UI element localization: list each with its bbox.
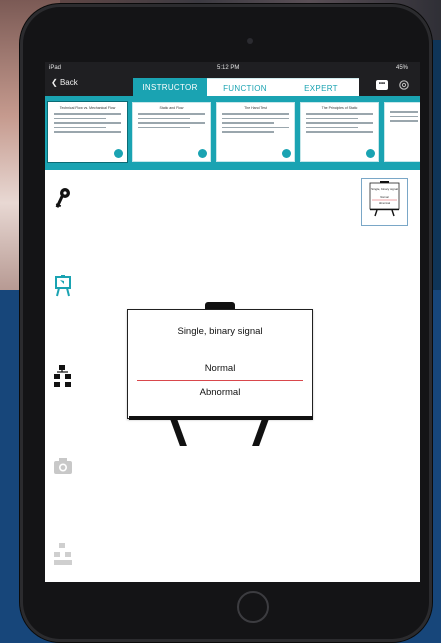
preview-title: Single, binary signal <box>371 187 398 191</box>
text-line <box>222 126 289 128</box>
gear-icon[interactable] <box>398 79 410 91</box>
text-line <box>138 122 205 124</box>
back-label: Back <box>59 78 78 87</box>
text-line <box>54 113 121 115</box>
slide-title: Technical Flow vs. Mechanical Flow <box>59 106 116 110</box>
battery-percent: 45% <box>396 65 409 71</box>
slide-title: The Hand Test <box>244 106 267 110</box>
text-line <box>54 131 121 133</box>
camera-icon[interactable] <box>53 454 73 478</box>
chevron-left-icon: ❮ <box>51 78 58 87</box>
slide-thumbnail[interactable] <box>384 102 420 162</box>
status-time: 5:12 PM <box>217 65 240 71</box>
board-title: Single, binary signal <box>177 326 263 337</box>
text-line <box>222 122 274 124</box>
slide-preview[interactable]: Single, binary signal Normal Abnormal <box>361 178 408 226</box>
hierarchy-icon[interactable] <box>53 542 73 566</box>
slide-badge <box>198 149 207 158</box>
nav-bar: ❮ Back INSTRUCTOR FUNCTION EXPERT ••• <box>45 74 420 97</box>
device-label: iPad <box>49 65 62 71</box>
text-line <box>138 126 190 128</box>
slide-thumbnail[interactable]: The Hand Test <box>216 102 295 162</box>
slide-thumbnail[interactable]: Static and Flow <box>132 102 211 162</box>
slide-title: Static and Flow <box>159 106 184 110</box>
easel-leg-left <box>170 419 187 446</box>
back-button[interactable]: ❮ Back <box>51 78 78 87</box>
text-line <box>306 113 373 115</box>
text-line <box>222 131 274 133</box>
text-line <box>390 111 418 113</box>
text-line <box>306 117 358 119</box>
slide-strip: Technical Flow vs. Mechanical Flow Stati… <box>45 96 420 170</box>
text-line <box>54 117 106 119</box>
tab-label: INSTRUCTOR <box>142 82 198 92</box>
slide-badge <box>366 149 375 158</box>
app-screen: iPad 5:12 PM 45% ❮ Back INSTRUCTOR FUNCT… <box>45 62 420 582</box>
preview-easel: Single, binary signal Normal Abnormal <box>369 181 400 217</box>
key-icon[interactable] <box>53 186 73 210</box>
more-button[interactable]: ••• <box>376 80 388 90</box>
slide-title: The Principles of Static <box>321 106 358 110</box>
preview-abnormal: Abnormal <box>379 201 391 205</box>
flowchart-icon[interactable] <box>53 364 73 388</box>
slide-badge <box>282 149 291 158</box>
home-button[interactable] <box>237 591 269 623</box>
text-line <box>306 126 358 128</box>
status-bar: iPad 5:12 PM 45% <box>45 62 420 74</box>
tab-expert[interactable]: EXPERT <box>283 78 359 97</box>
text-line <box>222 117 289 119</box>
easel-tray <box>129 416 313 420</box>
whiteboard: Single, binary signal Normal Abnormal <box>127 309 313 419</box>
text-line <box>54 126 106 128</box>
abnormal-label: Abnormal <box>199 387 241 398</box>
text-line <box>54 122 121 124</box>
slide-badge <box>114 149 123 158</box>
divider-line <box>137 380 303 382</box>
preview-normal: Normal <box>380 195 389 199</box>
tab-label: FUNCTION <box>223 83 267 93</box>
slide-thumbnail[interactable]: Technical Flow vs. Mechanical Flow <box>48 102 127 162</box>
text-line <box>390 120 418 122</box>
tab-instructor[interactable]: INSTRUCTOR <box>133 78 207 96</box>
easel-leg-right <box>252 419 269 446</box>
tab-label: EXPERT <box>304 83 338 93</box>
easel-board: Single, binary signal Normal Abnormal <box>127 302 317 452</box>
text-line <box>138 117 190 119</box>
tab-function[interactable]: FUNCTION <box>207 78 283 97</box>
text-line <box>138 113 205 115</box>
easel-icon[interactable] <box>53 274 73 298</box>
text-line <box>306 131 373 133</box>
text-line <box>390 115 418 117</box>
slide-thumbnail[interactable]: The Principles of Static <box>300 102 379 162</box>
text-line <box>306 122 373 124</box>
text-line <box>222 113 289 115</box>
front-camera <box>247 38 253 44</box>
normal-label: Normal <box>204 363 236 374</box>
